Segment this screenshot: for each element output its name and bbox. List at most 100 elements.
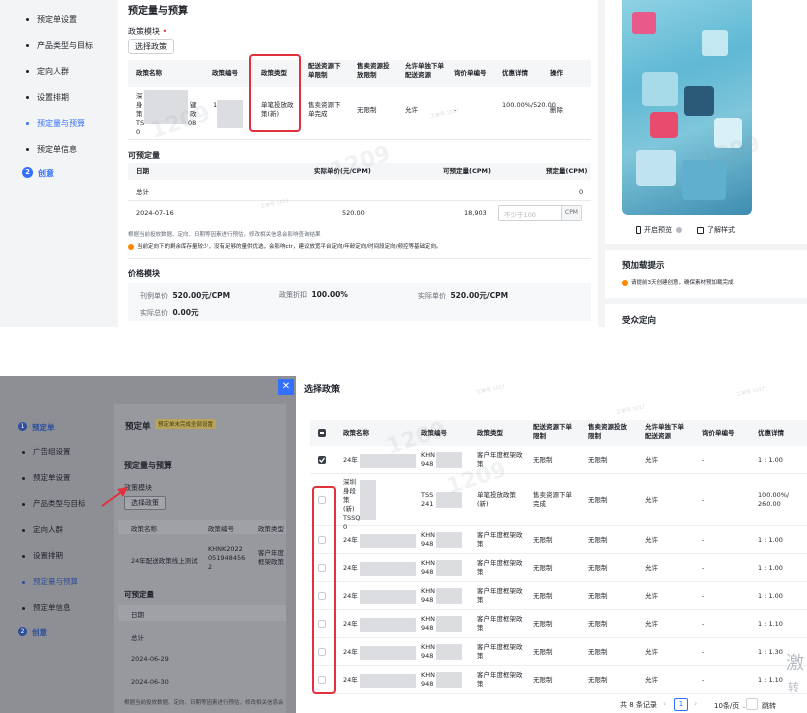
policy-name-cell: 24年 [343, 536, 358, 544]
th-op: 操作 [550, 69, 563, 77]
limit-cell: 无限制 [533, 536, 553, 544]
page-size-select[interactable]: 10条/页 ⌄ [714, 701, 747, 711]
discount-cell: 1 : 1.00 [758, 564, 783, 572]
preview-toggle[interactable]: 开启预览 [636, 225, 683, 235]
limit-cell: 无限制 [533, 676, 553, 684]
sell-limit-cell: 无限制 [588, 620, 608, 628]
policy-name-cell: 深圳 身段 策(新) TSSQ 0 [343, 478, 361, 531]
sidebar-item-2[interactable]: 定向人群 [26, 66, 69, 77]
select-all-checkbox[interactable] [318, 429, 326, 437]
redacted-block [360, 646, 416, 660]
policy-type-cell: 客户年度框架政策 [477, 451, 523, 468]
redacted-id [217, 100, 243, 128]
status-badge: 预定单未完成全部设置 [155, 419, 217, 429]
preview-panel: 开启预览 了解样式 预加载提示 请提前3天创建创意，确保素材预加载完成 受众定向 [605, 0, 807, 327]
tip-text: 请提前3天创建创意，确保素材预加载完成 [622, 278, 734, 286]
allow-cell: 允许 [645, 456, 658, 464]
style-icon [697, 226, 704, 234]
redacted-block [360, 480, 376, 520]
policy-id-cell: KHN 948 [421, 615, 436, 632]
step-1-label: 预定单 [32, 423, 55, 432]
discount-cell: 1 : 1.30 [758, 648, 783, 656]
policy-name-cell: 24年 [343, 564, 358, 572]
warning-icon [622, 279, 628, 286]
main-panel: 预定量与预算 政策模块 • 选择政策 政策名称 政策编号 政策类型 配送资源下单… [118, 0, 598, 327]
preview-image [622, 0, 752, 215]
discount-cell: 1 : 1.10 [758, 620, 783, 628]
jump-input[interactable] [746, 698, 758, 710]
policy-id-cell: KHN 948 [421, 587, 436, 604]
sidebar-item-4[interactable]: 预定量与预算 [26, 118, 85, 129]
delete-link[interactable]: 删除 [550, 106, 563, 115]
policy-module-label: 政策模块 • [128, 27, 168, 36]
select-policy-button[interactable]: 选择政策 [128, 39, 174, 54]
stock-warning: 当前定向下的剩余库存量较少，没有足够的量供优选，会影响ctr，建议放宽平台定向/… [128, 242, 442, 250]
inquiry-cell: - [702, 564, 705, 572]
pagination-total: 共 8 条记录 [620, 701, 657, 709]
top-screenshot: 预定单设置 产品类型与目标 定向人群 设置排期 预定量与预算 预定单信息 2 创… [0, 0, 807, 327]
sidebar-item-1[interactable]: 产品类型与目标 [26, 40, 93, 51]
policy-id-cell: KHN 948 [421, 559, 436, 576]
redacted-block [360, 674, 416, 688]
limit-cell: 无限制 [533, 620, 553, 628]
price-title: 价格模块 [128, 269, 160, 278]
redacted-block [360, 618, 416, 632]
sell-limit-cell: 无限制 [588, 496, 608, 504]
redacted-block [436, 672, 462, 688]
inquiry-cell: - [702, 648, 705, 656]
avail-title: 可预定量 [128, 151, 160, 160]
policy-type-cell: 客户年度框架政策 [477, 643, 523, 660]
limit-cell: 无限制 [533, 592, 553, 600]
discount-cell: 1 : 1.00 [758, 536, 783, 544]
sidebar-item-5[interactable]: 预定单信息 [26, 144, 77, 155]
policy-name-cell: 24年 [343, 620, 358, 628]
redacted-name [144, 90, 188, 124]
redacted-block [436, 560, 462, 576]
th-limit: 配送资源下单限制 [308, 62, 341, 79]
dimmed-page: 1 预定单 广告组设置 预定单设置 产品类型与目标 定向人群 设置排期 预定量与… [0, 376, 296, 713]
allow-cell: 允许 [645, 620, 658, 628]
policy-type-cell: 客户年度框架政策 [477, 531, 523, 548]
inquiry-cell: - [702, 536, 705, 544]
highlight-box [249, 54, 301, 132]
close-icon[interactable]: ✕ [278, 379, 294, 395]
redacted-block [436, 644, 462, 660]
limit-cell: 无限制 [533, 456, 553, 464]
reserve-input[interactable]: 不少于100 CPM [498, 205, 582, 221]
page-1-button[interactable]: 1 [674, 698, 688, 711]
policy-name-cell: 24年 [343, 456, 358, 464]
th-name: 政策名称 [136, 69, 162, 77]
sell-limit-cell: 无限制 [588, 648, 608, 656]
sell-limit-cell: 无限制 [588, 456, 608, 464]
row-checkbox[interactable] [318, 456, 326, 464]
step-2-badge: 2 [22, 167, 33, 178]
checkbox-highlight-box [312, 486, 336, 694]
policy-id-cell: KHN 948 [421, 531, 436, 548]
warning-icon [128, 243, 134, 250]
step-2-label[interactable]: 创意 [38, 168, 54, 179]
prev-page-icon[interactable]: ‹ [663, 699, 666, 708]
sell-limit-cell: 无限制 [588, 592, 608, 600]
redacted-block [360, 562, 416, 576]
audience-title: 受众定向 [622, 316, 657, 326]
estimate-note: 根据当前投放数据、定向、日期等因素进行预估，修改相关信息会影响查询结果 [128, 232, 321, 238]
th-sell-limit: 售卖资源投放限制 [357, 62, 390, 79]
section-title: 预定量与预算 [128, 6, 188, 17]
sidebar-item-3[interactable]: 设置排期 [26, 92, 69, 103]
policy-name-cell: 24年 [343, 648, 358, 656]
next-page-icon[interactable]: › [694, 699, 697, 708]
style-link[interactable]: 了解样式 [697, 225, 735, 235]
select-policy-modal: 选择政策 政策名称 政策编号 政策类型 配送资源下单限制 售卖资源投放限制 允许… [296, 376, 807, 713]
allow-cell: 允许 [645, 592, 658, 600]
discount-cell: 1 : 1.00 [758, 456, 783, 464]
policy-type-cell: 单笔投放政策(新) [477, 491, 516, 508]
sell-limit-cell: 无限制 [588, 676, 608, 684]
redacted-block [360, 454, 416, 468]
th-id: 政策编号 [212, 69, 238, 77]
modal-title: 选择政策 [304, 385, 341, 395]
limit-cell: 无限制 [533, 564, 553, 572]
limit-cell: 无限制 [533, 648, 553, 656]
sidebar-item-0[interactable]: 预定单设置 [26, 14, 77, 25]
limit-cell: 售卖资源下单完成 [533, 491, 572, 508]
phone-icon [636, 226, 641, 234]
